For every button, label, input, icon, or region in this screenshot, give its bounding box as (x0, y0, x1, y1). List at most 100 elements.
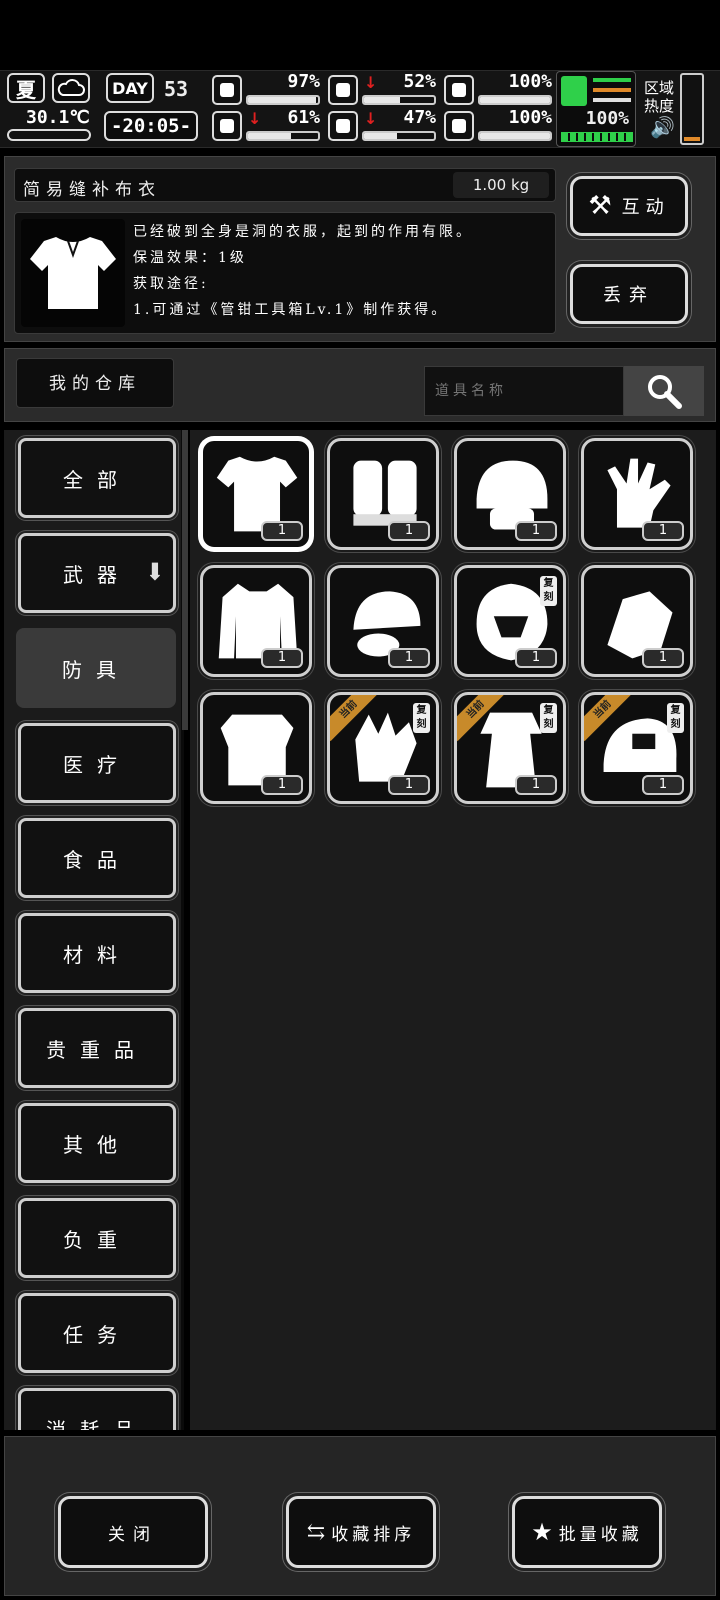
close-button[interactable]: 关闭 (58, 1496, 208, 1568)
item-quantity: 1 (642, 775, 684, 795)
item-slot-fingerless-gloves[interactable]: 1 (327, 438, 439, 550)
category-tab[interactable]: 其他 (18, 1103, 176, 1183)
item-slot-ornate-helmet[interactable]: 复刻 1 (454, 565, 566, 677)
category-tab[interactable]: 负重 (18, 1198, 176, 1278)
star-icon: ★ (531, 1518, 553, 1546)
item-quantity: 1 (642, 521, 684, 541)
replica-tag: 复刻 (413, 703, 430, 733)
category-tab[interactable]: 贵重品 (18, 1008, 176, 1088)
replica-tag: 复刻 (540, 576, 557, 606)
batch-favorite-button[interactable]: ★ 批量收藏 (512, 1496, 662, 1568)
item-quantity: 1 (261, 648, 303, 668)
item-slot-glove[interactable]: 1 (581, 438, 693, 550)
shirt-icon (30, 237, 116, 309)
item-slot-baseball-cap[interactable]: 当前 复刻 1 (581, 692, 693, 804)
item-quantity: 1 (261, 521, 303, 541)
zone-heat-label: 区域 热度 (644, 79, 675, 115)
category-tab[interactable]: 防具 (16, 628, 176, 708)
item-grid: 1 1 1 1 1 1 复刻 1 1 1 当前 复刻 1 当前 复刻 1 当前 复刻 1 (190, 430, 716, 1430)
stamina-stripes (593, 78, 631, 104)
stat-bar (246, 131, 320, 141)
search-icon (648, 375, 682, 409)
item-slot-jacket[interactable]: 1 (200, 565, 312, 677)
interact-button[interactable]: ⚒ 互动 (570, 176, 688, 236)
category-tab[interactable]: 材料 (18, 913, 176, 993)
heart-icon (444, 111, 474, 141)
bandage-icon (444, 75, 474, 105)
replica-tag: 复刻 (540, 703, 557, 733)
clock-display: -20:05- (104, 111, 198, 141)
storage-title: 我的仓库 (16, 358, 174, 408)
search-button[interactable] (624, 366, 704, 416)
running-boot-icon (561, 76, 587, 106)
stomach-icon (328, 75, 358, 105)
item-description: 已经破到全身是洞的衣服，起到的作用有限。 保温效果：1级 获取途径: 1.可通过《管钳… (133, 219, 551, 323)
stat-value: 61% (287, 107, 320, 128)
day-badge: DAY (106, 73, 154, 103)
stat-bar (362, 131, 436, 141)
item-weight: 1.00 kg (453, 172, 549, 198)
category-sidebar[interactable]: 全部武器 ⬇ 防具医疗食品材料贵重品其他负重任务消耗品 (4, 430, 184, 1430)
medkit-icon (212, 75, 242, 105)
item-desc-line: 已经破到全身是洞的衣服，起到的作用有限。 (133, 224, 473, 240)
item-desc-line: 保温效果：1级 (133, 250, 247, 266)
item-quantity: 1 (388, 648, 430, 668)
item-slot-scaled-gloves[interactable]: 当前 复刻 1 (327, 692, 439, 804)
day-number: 53 (164, 77, 189, 101)
favorite-sort-button[interactable]: ⇆ 收藏排序 (286, 1496, 436, 1568)
item-quantity: 1 (515, 648, 557, 668)
item-quantity: 1 (515, 775, 557, 795)
category-tab[interactable]: 医疗 (18, 723, 176, 803)
item-slot-robe[interactable]: 当前 复刻 1 (454, 692, 566, 804)
category-tab[interactable]: 食品 (18, 818, 176, 898)
search-input[interactable] (424, 366, 624, 416)
item-quantity: 1 (261, 775, 303, 795)
item-quantity: 1 (388, 521, 430, 541)
item-desc-line: 获取途径: (133, 276, 209, 292)
item-preview (21, 219, 125, 327)
brain-icon (212, 111, 242, 141)
temperature-value: 30.1℃ (26, 107, 90, 128)
expand-arrow-icon: ⬇ (144, 558, 165, 586)
stamina-bar (561, 132, 633, 142)
item-quantity: 1 (642, 648, 684, 668)
item-desc-line: 1.可通过《管钳工具箱Lv.1》制作获得。 (133, 302, 449, 318)
zone-heat-meter (680, 73, 704, 145)
item-desc-box: 已经破到全身是洞的衣服，起到的作用有限。 保温效果：1级 获取途径: 1.可通过《管钳… (14, 212, 556, 334)
stamina-value: 100% (585, 108, 629, 129)
water-drop-icon (328, 111, 358, 141)
sidebar-scrollbar[interactable] (182, 430, 188, 730)
stat-value: 47% (403, 107, 436, 128)
status-bar: 夏 30.1℃ DAY 53 -20:05- 97% ↓ 52% 100% ↓ 61% ↓ 4… (0, 70, 720, 148)
item-slot-cap-with-goggles[interactable]: 1 (327, 565, 439, 677)
stat-bar (478, 131, 552, 141)
item-quantity: 1 (388, 775, 430, 795)
item-slot-armored-gloves[interactable]: 1 (581, 565, 693, 677)
category-tab[interactable]: 武器 ⬇ (18, 533, 176, 613)
stat-bar (246, 95, 320, 105)
category-tab[interactable]: 任务 (18, 1293, 176, 1373)
item-name: 简易缝补布衣 (23, 180, 161, 200)
season-badge: 夏 (7, 73, 45, 103)
stat-value: 97% (287, 71, 320, 92)
item-name-bar: 简易缝补布衣 1.00 kg (14, 168, 556, 202)
item-quantity: 1 (515, 521, 557, 541)
item-slot-body-armor[interactable]: 1 (200, 692, 312, 804)
thermometer-icon (7, 129, 91, 141)
item-slot-tactical-helmet[interactable]: 1 (454, 438, 566, 550)
swap-arrows-icon: ⇆ (306, 1519, 326, 1545)
speaker-icon[interactable]: 🔊 (650, 115, 675, 139)
stat-bar (478, 95, 552, 105)
stamina-panel: 100% (556, 71, 636, 147)
weather-cloud-icon (52, 73, 90, 103)
stat-value: 52% (403, 71, 436, 92)
item-slot-shirt[interactable]: 1 (200, 438, 312, 550)
discard-button[interactable]: 丢弃 (570, 264, 688, 324)
stat-value: 100% (508, 107, 552, 128)
category-tab[interactable]: 消耗品 (18, 1388, 176, 1430)
hammer-hand-icon: ⚒ (588, 191, 612, 221)
stat-value: 100% (508, 71, 552, 92)
replica-tag: 复刻 (667, 703, 684, 733)
stat-bar (362, 95, 436, 105)
category-tab[interactable]: 全部 (18, 438, 176, 518)
